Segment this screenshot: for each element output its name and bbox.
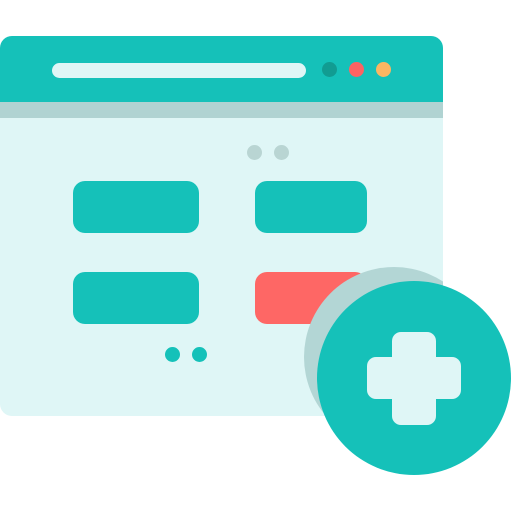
pager-dot-bottom-1 <box>165 347 180 362</box>
window-control-dot-orange <box>376 62 391 77</box>
title-bar <box>0 36 443 102</box>
content-tile-3 <box>73 272 199 324</box>
pager-dot-top-2 <box>274 145 289 160</box>
window-control-dot-teal <box>322 62 337 77</box>
content-tile-1 <box>73 181 199 233</box>
pager-dot-top-1 <box>247 145 262 160</box>
content-tile-2 <box>255 181 367 233</box>
window-control-dot-red <box>349 62 364 77</box>
address-bar <box>52 63 306 78</box>
add-web-page-illustration <box>0 0 512 512</box>
pager-dot-bottom-2 <box>192 347 207 362</box>
title-bar-divider <box>0 102 443 118</box>
plus-icon-horizontal-bar <box>367 357 461 399</box>
